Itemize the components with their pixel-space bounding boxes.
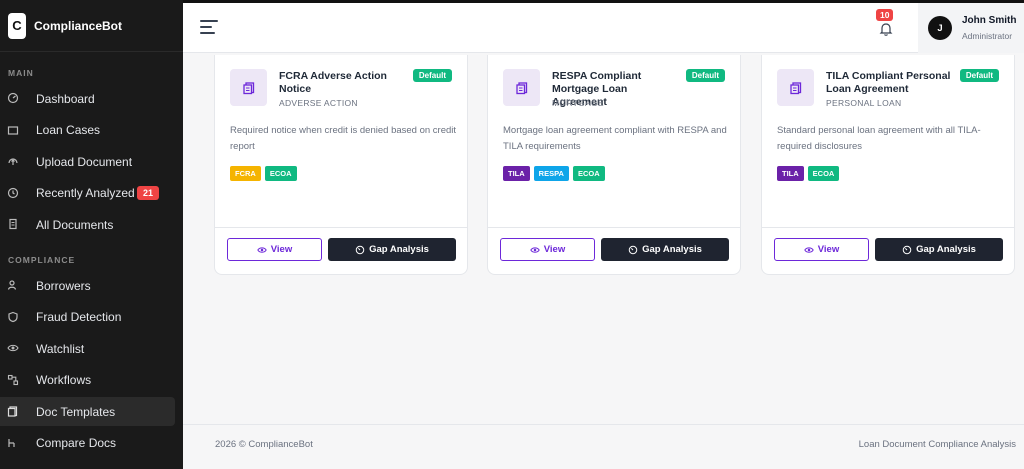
divider	[762, 227, 1014, 228]
tag-ecoa: ECOA	[807, 166, 840, 181]
gap-analysis-button[interactable]: Gap Analysis	[601, 238, 729, 261]
template-icon	[503, 69, 540, 106]
gap-analysis-button-label: Gap Analysis	[916, 244, 976, 255]
template-category: ADVERSE ACTION	[279, 98, 358, 108]
eye-icon	[530, 246, 540, 253]
gap-analysis-button-label: Gap Analysis	[369, 244, 429, 255]
template-category: PERSONAL LOAN	[826, 98, 902, 108]
history-icon	[7, 187, 19, 198]
brand-name: ComplianceBot	[34, 18, 123, 33]
view-button[interactable]: View	[774, 238, 869, 261]
template-card: FCRA Adverse Action Notice ADVERSE ACTIO…	[214, 55, 468, 275]
eye-icon	[804, 246, 814, 253]
workflow-icon	[7, 374, 19, 385]
footer-tagline: Loan Document Compliance Analysis	[858, 439, 1016, 450]
upload-icon	[8, 158, 18, 165]
sidebar-item-fraud-detection[interactable]: Fraud Detection	[0, 303, 175, 332]
gap-analysis-button[interactable]: Gap Analysis	[328, 238, 456, 261]
sidebar-item-recently-analyzed[interactable]: Recently Analyzed 21	[0, 179, 175, 208]
sidebar-item-dashboard[interactable]: Dashboard	[0, 84, 175, 113]
default-badge: Default	[685, 69, 725, 82]
sidebar-item-doc-templates[interactable]: Doc Templates	[0, 397, 175, 426]
gap-analysis-button[interactable]: Gap Analysis	[875, 238, 1003, 261]
divider	[215, 227, 467, 228]
gauge-icon	[628, 245, 638, 254]
view-button-label: View	[817, 244, 840, 255]
template-title: TILA Compliant Personal Loan Agreement	[826, 70, 951, 95]
sidebar-item-workflows[interactable]: Workflows	[0, 366, 175, 395]
sidebar-item-label: Watchlist	[36, 341, 85, 356]
template-title: FCRA Adverse Action Notice	[279, 70, 387, 95]
view-button[interactable]: View	[500, 238, 595, 261]
view-button[interactable]: View	[227, 238, 322, 261]
users-icon	[7, 280, 17, 290]
template-card: TILA Compliant Personal Loan Agreement P…	[761, 55, 1015, 275]
template-description: Mortgage loan agreement compliant with R…	[503, 125, 727, 152]
sidebar-item-label: All Documents	[36, 217, 114, 232]
footer-copyright: 2026 © ComplianceBot	[215, 439, 313, 450]
sidebar-item-label: Dashboard	[36, 91, 95, 106]
recently-analyzed-count-badge: 21	[136, 186, 159, 200]
template-icon	[230, 69, 267, 106]
section-label-main: MAIN	[8, 68, 34, 78]
bell-icon[interactable]	[878, 21, 894, 37]
sidebar-item-all-documents[interactable]: All Documents	[0, 210, 175, 239]
sidebar-item-label: Upload Document	[36, 154, 133, 169]
gauge-icon	[902, 245, 912, 254]
menu-toggle-icon[interactable]	[200, 20, 218, 34]
view-button-label: View	[270, 244, 293, 255]
sidebar-item-watchlist[interactable]: Watchlist	[0, 334, 175, 363]
avatar: J	[928, 16, 952, 40]
sidebar-item-label: Loan Cases	[36, 123, 101, 137]
tag-list: TILA ECOA	[777, 166, 840, 181]
footer: 2026 © ComplianceBot Loan Document Compl…	[183, 424, 1024, 469]
gauge-icon	[355, 245, 365, 254]
tag-list: TILA RESPA ECOA	[503, 166, 605, 181]
tag-fcra: FCRA	[230, 166, 261, 181]
notification-count-badge: 10	[876, 9, 894, 21]
tag-respa: RESPA	[533, 166, 569, 181]
template-card: RESPA Compliant Mortgage Loan Agreement …	[487, 55, 741, 275]
tag-tila: TILA	[503, 166, 530, 181]
template-description: Required notice when credit is denied ba…	[230, 125, 457, 152]
user-menu[interactable]: J John Smith Administrator	[918, 3, 1024, 53]
brand-logo: C	[8, 12, 26, 39]
view-button-label: View	[543, 244, 566, 255]
shield-icon	[8, 311, 18, 322]
eye-icon	[7, 344, 19, 352]
user-name: John Smith	[962, 15, 1017, 26]
sidebar: C ComplianceBot MAIN Dashboard Loan Case…	[0, 0, 183, 469]
tag-tila: TILA	[777, 166, 804, 181]
template-description: Standard personal loan agreement with al…	[777, 125, 981, 152]
sidebar-item-compare-docs[interactable]: Compare Docs	[0, 429, 175, 458]
topbar: 10 J John Smith Administrator	[183, 0, 1024, 53]
dashboard-icon	[7, 92, 19, 104]
gap-analysis-button-label: Gap Analysis	[642, 244, 702, 255]
sidebar-item-label: Compare Docs	[36, 436, 117, 450]
documents-icon	[9, 218, 17, 230]
default-badge: Default	[959, 69, 999, 82]
template-icon	[777, 69, 814, 106]
tag-ecoa: ECOA	[572, 166, 605, 181]
compare-icon	[8, 438, 15, 447]
sidebar-item-loan-cases[interactable]: Loan Cases	[0, 116, 175, 145]
sidebar-item-label: Doc Templates	[36, 404, 116, 419]
default-badge: Default	[412, 69, 452, 82]
section-label-compliance: COMPLIANCE	[8, 255, 76, 265]
sidebar-item-label: Borrowers	[36, 278, 91, 293]
template-category: MORTGAGE	[552, 98, 604, 108]
template-icon	[7, 406, 18, 417]
sidebar-item-borrowers[interactable]: Borrowers	[0, 271, 175, 300]
tag-list: FCRA ECOA	[230, 166, 297, 181]
eye-icon	[257, 246, 267, 253]
sidebar-item-label: Workflows	[36, 373, 92, 387]
folder-icon	[7, 125, 19, 135]
user-role: Administrator	[962, 31, 1013, 41]
sidebar-item-upload-document[interactable]: Upload Document	[0, 147, 175, 176]
sidebar-item-label: Recently Analyzed	[36, 186, 135, 200]
brand[interactable]: C ComplianceBot	[0, 0, 183, 52]
sidebar-item-label: Fraud Detection	[36, 310, 122, 324]
tag-ecoa: ECOA	[264, 166, 297, 181]
divider	[488, 227, 740, 228]
